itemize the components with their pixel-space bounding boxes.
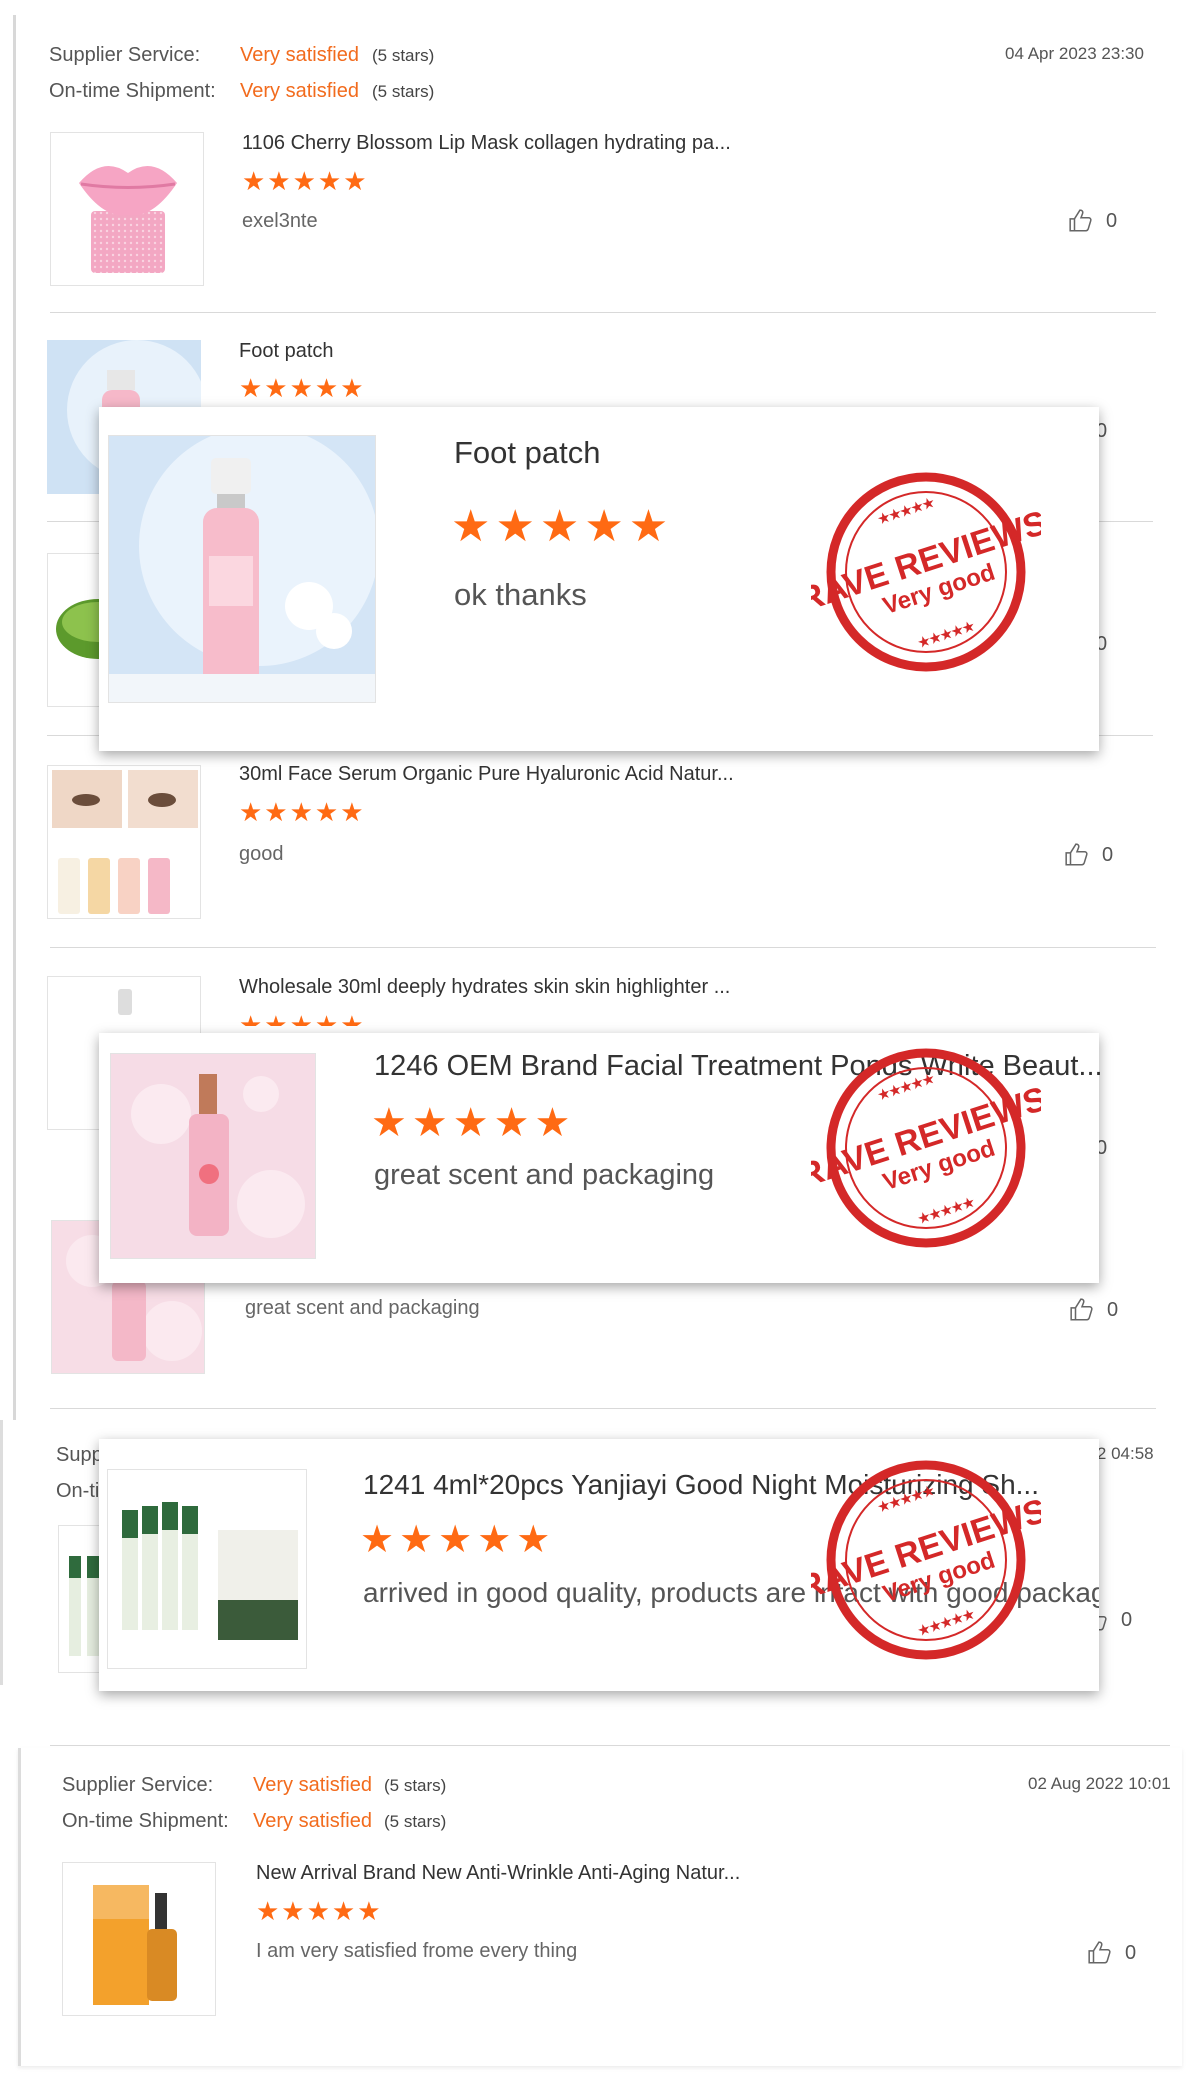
- review-divider: [50, 1408, 1156, 1409]
- stamp-stars-bottom: ★★★★★: [916, 1194, 976, 1226]
- highlight-rating-stars: ★★★★★: [360, 1519, 556, 1561]
- ontime-shipment-rating: Very satisfied: [253, 1810, 372, 1832]
- review-date: 04 Apr 2023 23:30: [1005, 44, 1144, 63]
- rating-stars: ★★★★★: [256, 1896, 383, 1926]
- stamp-stars-bottom: ★★★★★: [916, 618, 976, 650]
- stamp-stars-top: ★★★★★: [876, 494, 936, 526]
- review-comment: good: [239, 843, 284, 865]
- stamp-stars-top: ★★★★★: [876, 1070, 936, 1102]
- supplier-service-label: Supp: [56, 1444, 103, 1466]
- like-button[interactable]: 0: [1087, 1940, 1136, 1966]
- like-count: 0: [1107, 1298, 1119, 1321]
- product-thumbnail[interactable]: [47, 553, 107, 707]
- thumbs-up-icon: [1069, 209, 1092, 232]
- highlight-product-image: [110, 1053, 316, 1259]
- supplier-service-stars-note: (5 stars): [384, 1776, 447, 1795]
- face-serum-bottles-image: [48, 766, 200, 918]
- review-date: 02 Aug 2022 10:01: [1028, 1774, 1171, 1793]
- review-divider: [50, 312, 1156, 313]
- pink-spray-bottle-image: [109, 436, 375, 702]
- highlight-review-comment: great scent and packaging: [374, 1159, 715, 1191]
- ontime-shipment-stars-note: (5 stars): [372, 82, 435, 101]
- supplier-service-rating: Very satisfied: [240, 44, 359, 66]
- thumbs-up-icon: [1070, 1298, 1093, 1321]
- review-divider: [50, 947, 1156, 948]
- thumbs-up-icon: [1065, 843, 1088, 866]
- ontime-shipment-label: On-time Shipment:: [62, 1810, 229, 1832]
- review-comment: I am very satisfied frome every thing: [256, 1940, 578, 1962]
- like-count: 0: [1106, 209, 1118, 232]
- vitamin-c-serum-image: [63, 1863, 215, 2015]
- review-comment: great scent and packaging: [245, 1297, 480, 1319]
- review-comment: exel3nte: [242, 210, 318, 232]
- like-button[interactable]: 0: [1069, 1297, 1118, 1323]
- highlight-rating-stars: ★★★★★: [371, 1101, 576, 1145]
- highlight-product-image: [108, 435, 376, 703]
- rating-stars: ★★★★★: [239, 797, 366, 827]
- product-title-link[interactable]: Foot patch: [239, 340, 334, 363]
- rating-stars: ★★★★★: [242, 166, 369, 196]
- product-title-link[interactable]: 30ml Face Serum Organic Pure Hyaluronic …: [239, 763, 734, 786]
- ontime-shipment-label: On-ti: [56, 1480, 100, 1502]
- stamp-stars-top: ★★★★★: [876, 1482, 936, 1514]
- highlight-review-card: Foot patch ★★★★★ ok thanks ★★★★★ RAVE RE…: [99, 407, 1099, 751]
- product-title-link[interactable]: Wholesale 30ml deeply hydrates skin skin…: [239, 976, 730, 999]
- highlight-rating-stars: ★★★★★: [451, 502, 674, 551]
- like-button[interactable]: 0: [1068, 208, 1117, 234]
- ontime-shipment-stars-note: (5 stars): [384, 1812, 447, 1831]
- rating-stars: ★★★★★: [239, 1010, 366, 1026]
- highlight-product-title: Foot patch: [454, 435, 601, 470]
- lip-mask-image: [51, 133, 203, 285]
- highlight-review-card: 1246 OEM Brand Facial Treatment Ponds Wh…: [99, 1033, 1103, 1283]
- supplier-service-label: Supplier Service:: [49, 44, 201, 66]
- product-thumbnail[interactable]: [62, 1862, 216, 2016]
- rave-reviews-stamp-icon: ★★★★★ RAVE REVIEWS Very good ★★★★★: [811, 1460, 1041, 1660]
- product-thumbnail[interactable]: [47, 765, 201, 919]
- highlight-review-comment: ok thanks: [454, 577, 587, 612]
- rave-reviews-stamp-icon: ★★★★★ RAVE REVIEWS Very good ★★★★★: [811, 1048, 1041, 1248]
- rave-reviews-stamp-icon: ★★★★★ RAVE REVIEWS Very good ★★★★★: [811, 472, 1041, 672]
- like-count: 0: [1102, 843, 1114, 866]
- stamp-stars-bottom: ★★★★★: [916, 1606, 976, 1638]
- highlight-review-card: 1241 4ml*20pcs Yanjiayi Good Night Moist…: [99, 1439, 1099, 1691]
- product-title-link[interactable]: New Arrival Brand New Anti-Wrinkle Anti-…: [256, 1862, 740, 1885]
- ontime-shipment-rating: Very satisfied: [240, 80, 359, 102]
- product-thumbnail[interactable]: [50, 132, 204, 286]
- highlight-product-image: [107, 1469, 307, 1669]
- supplier-service-rating: Very satisfied: [253, 1774, 372, 1796]
- rating-stars: ★★★★★: [239, 373, 366, 403]
- thumbs-up-icon: [1088, 1941, 1111, 1964]
- sleeping-mask-tubes-image: [108, 1470, 306, 1668]
- pink-serum-image: [111, 1054, 315, 1258]
- like-count: 0: [1125, 1941, 1137, 1964]
- supplier-service-stars-note: (5 stars): [372, 46, 435, 65]
- supplier-service-label: Supplier Service:: [62, 1774, 214, 1796]
- like-button[interactable]: 0: [1064, 842, 1113, 868]
- product-title-link[interactable]: 1106 Cherry Blossom Lip Mask collagen hy…: [242, 132, 731, 155]
- ontime-shipment-label: On-time Shipment:: [49, 80, 216, 102]
- like-count: 0: [1121, 1608, 1133, 1631]
- review-divider: [50, 1745, 1170, 1746]
